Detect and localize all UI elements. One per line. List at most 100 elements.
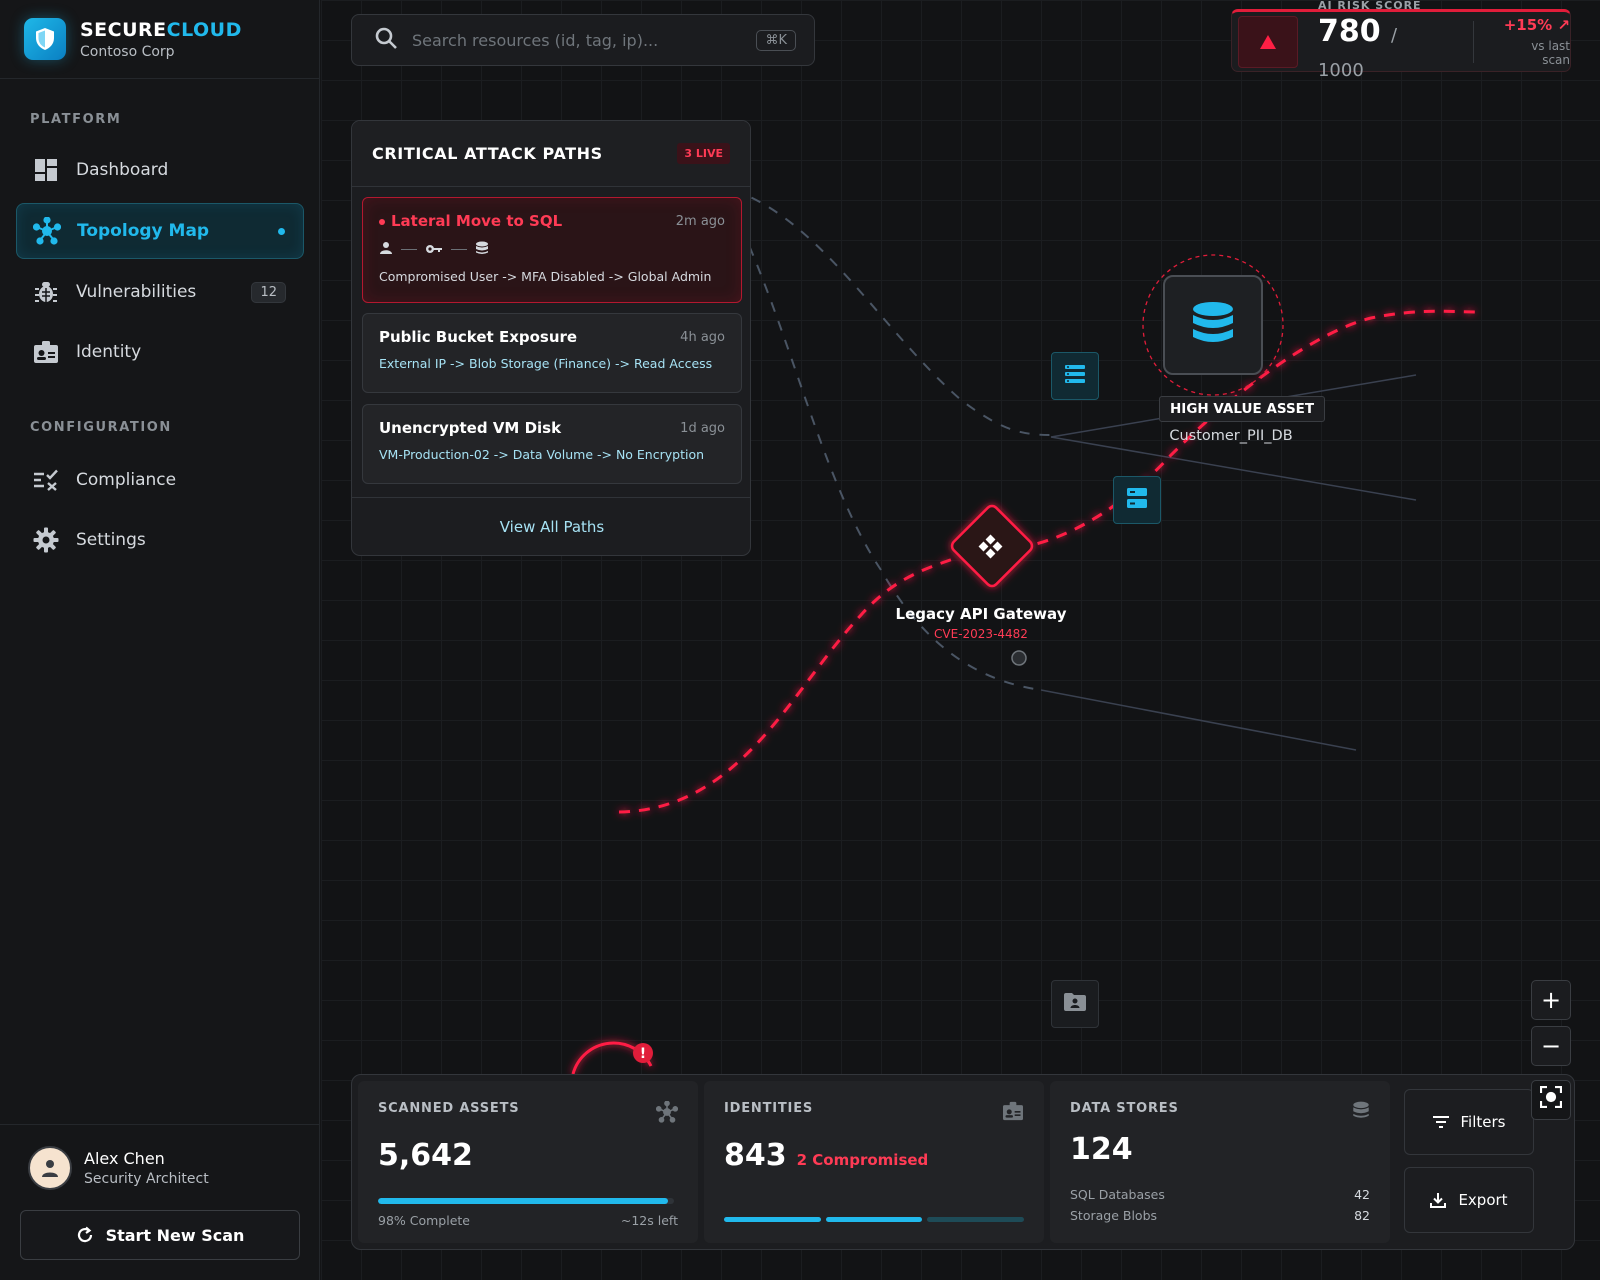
server-node[interactable] xyxy=(1113,476,1161,524)
network-icon xyxy=(33,217,61,245)
trend-up-icon: ↗ xyxy=(1557,16,1570,34)
sidebar-item-label: Vulnerabilities xyxy=(76,282,197,302)
database-icon xyxy=(475,240,489,259)
risk-value: 780 / 1000 xyxy=(1317,14,1398,81)
datastore-type: Storage Blobs xyxy=(1070,1208,1158,1223)
sidebar: SECURECLOUD Contoso Corp PLATFORM Dashbo… xyxy=(0,0,320,1280)
link-edge xyxy=(732,189,1052,436)
folder-user-icon xyxy=(1064,993,1086,1015)
identities-value: 843 2 Compromised xyxy=(724,1138,929,1173)
user-profile[interactable]: Alex Chen Security Architect xyxy=(28,1146,209,1190)
download-icon xyxy=(1430,1192,1447,1208)
user-icon xyxy=(379,240,393,259)
attack-path-card[interactable]: Lateral Move to SQL 2m ago Compromised U… xyxy=(362,197,742,303)
vulnerability-count-badge: 12 xyxy=(251,281,286,303)
sidebar-item-label: Compliance xyxy=(76,470,177,490)
view-all-paths-link[interactable]: View All Paths xyxy=(352,497,750,555)
sidebar-item-identity[interactable]: Identity xyxy=(16,324,304,380)
scanned-assets-value: 5,642 xyxy=(378,1138,473,1173)
nav-section-configuration: CONFIGURATION xyxy=(30,420,172,435)
attack-path-time: 1d ago xyxy=(680,420,725,436)
zoom-out-button[interactable]: − xyxy=(1531,1026,1571,1066)
org-name: Contoso Corp xyxy=(80,43,175,60)
attack-path-chain-icons xyxy=(379,240,725,259)
user-role: Security Architect xyxy=(84,1171,209,1187)
risk-change: +15% ↗ xyxy=(1503,16,1570,34)
sidebar-item-dashboard[interactable]: Dashboard xyxy=(16,142,304,198)
endpoint-node xyxy=(1011,650,1027,666)
start-new-scan-label: Start New Scan xyxy=(105,1225,245,1245)
zoom-in-button[interactable]: + xyxy=(1531,980,1571,1020)
attack-path-chain: VM-Production-02 -> Data Volume -> No En… xyxy=(379,447,705,462)
identities-card: IDENTITIES 843 2 Compromised xyxy=(704,1081,1044,1243)
gateway-node xyxy=(950,504,1034,588)
sidebar-item-label: Topology Map xyxy=(77,221,210,241)
brand-name: SECURECLOUD xyxy=(80,18,242,41)
datastore-type: SQL Databases xyxy=(1070,1187,1165,1202)
server-icon xyxy=(1127,488,1147,512)
focus-icon xyxy=(1539,1085,1563,1114)
datastore-count: 42 xyxy=(1354,1187,1370,1202)
nav-section-platform: PLATFORM xyxy=(30,112,122,127)
compromised-count: 2 Compromised xyxy=(796,1151,929,1169)
fit-view-button[interactable] xyxy=(1531,1080,1571,1120)
filter-icon xyxy=(1432,1116,1449,1128)
key-icon xyxy=(425,240,443,259)
user-name: Alex Chen xyxy=(84,1149,165,1168)
search-icon xyxy=(374,26,398,54)
shortcut-hint: ⌘K xyxy=(756,29,796,51)
gateway-node-name: Legacy API Gateway xyxy=(895,605,1067,623)
datastore-count: 82 xyxy=(1354,1208,1370,1223)
risk-label: AI RISK SCORE xyxy=(1317,0,1422,12)
sidebar-item-label: Settings xyxy=(76,530,146,550)
ai-risk-score-widget[interactable]: AI RISK SCORE 780 / 1000 +15% ↗ vs last … xyxy=(1231,0,1571,81)
attack-path-card[interactable]: Public Bucket Exposure 4h ago External I… xyxy=(362,313,742,393)
search-input[interactable] xyxy=(412,30,757,50)
attack-path-card[interactable]: Unencrypted VM Disk 1d ago VM-Production… xyxy=(362,404,742,484)
attack-path-title: Unencrypted VM Disk xyxy=(379,419,562,437)
attack-path-chain: Compromised User -> MFA Disabled -> Glob… xyxy=(379,269,712,284)
link-edge xyxy=(1040,689,1357,751)
panel-title: CRITICAL ATTACK PATHS xyxy=(372,144,603,163)
divider xyxy=(1472,20,1474,63)
filters-label: Filters xyxy=(1460,1113,1506,1131)
shield-logo-icon xyxy=(24,18,66,60)
stats-panel: SCANNED ASSETS 5,642 98% Complete ~12s l… xyxy=(351,1074,1575,1250)
sidebar-item-vulnerabilities[interactable]: Vulnerabilities 12 xyxy=(16,264,304,320)
divider xyxy=(0,78,320,79)
brand[interactable]: SECURECLOUD Contoso Corp xyxy=(24,18,242,60)
server-node[interactable] xyxy=(1051,352,1099,400)
start-new-scan-button[interactable]: Start New Scan xyxy=(20,1210,300,1260)
stat-label: SCANNED ASSETS xyxy=(378,1101,520,1116)
live-count-badge: 3 LIVE xyxy=(677,143,730,164)
sidebar-item-settings[interactable]: Settings xyxy=(16,512,304,568)
gear-icon xyxy=(32,526,60,554)
checklist-icon xyxy=(32,466,60,494)
attack-path-title: Lateral Move to SQL xyxy=(379,212,562,230)
avatar xyxy=(28,1146,72,1190)
topology-canvas[interactable]: ! ⌘K AI RISK SCORE 780 / 1000 +15% ↗ vs … xyxy=(321,0,1600,1280)
export-button[interactable]: Export xyxy=(1404,1167,1534,1233)
resource-search[interactable]: ⌘K xyxy=(351,14,815,66)
sidebar-item-compliance[interactable]: Compliance xyxy=(16,452,304,508)
data-stores-card: DATA STORES 124 SQL Databases 42 Storage… xyxy=(1050,1081,1390,1243)
stat-label: DATA STORES xyxy=(1070,1101,1179,1116)
high-value-asset-tag: HIGH VALUE ASSET xyxy=(1159,396,1326,422)
hva-node-name: Customer_PII_DB xyxy=(1169,428,1293,444)
export-label: Export xyxy=(1458,1191,1508,1209)
sidebar-item-topology-map[interactable]: Topology Map xyxy=(16,203,304,259)
attack-path-time: 4h ago xyxy=(680,329,725,345)
data-stores-value: 124 xyxy=(1070,1132,1133,1167)
identity-folder-node[interactable] xyxy=(1051,980,1099,1028)
refresh-icon xyxy=(76,1226,94,1244)
scan-progress-bar xyxy=(378,1198,674,1204)
attack-path-chain: External IP -> Blob Storage (Finance) ->… xyxy=(379,356,713,371)
grid-icon xyxy=(32,156,60,184)
filters-button[interactable]: Filters xyxy=(1404,1089,1534,1155)
scan-complete-text: 98% Complete xyxy=(378,1213,470,1228)
live-dot-icon xyxy=(379,218,385,225)
sidebar-item-label: Identity xyxy=(76,342,142,362)
attack-path-title: Public Bucket Exposure xyxy=(379,328,578,346)
list-server-icon xyxy=(1065,365,1085,387)
gateway-cve: CVE-2023-4482 xyxy=(934,627,1028,641)
